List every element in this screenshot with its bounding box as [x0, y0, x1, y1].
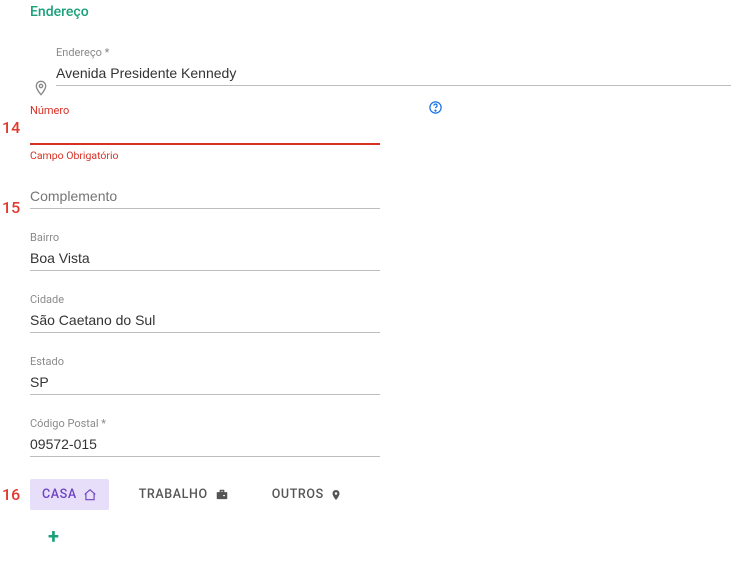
- postal-input[interactable]: [30, 432, 380, 457]
- numero-error-text: Campo Obrigatório: [30, 149, 380, 162]
- complemento-input[interactable]: [30, 184, 380, 209]
- step-marker-15: 15: [2, 198, 20, 217]
- step-marker-14: 14: [2, 118, 20, 137]
- bairro-input[interactable]: [30, 246, 380, 271]
- estado-input[interactable]: [30, 370, 380, 395]
- tag-trabalho[interactable]: TRABALHO: [127, 479, 242, 510]
- postal-label: Código Postal *: [30, 417, 380, 430]
- home-icon: [83, 488, 97, 502]
- numero-label: Número: [30, 104, 380, 117]
- pin-icon: [330, 488, 342, 502]
- section-title-endereco: Endereço: [30, 4, 731, 20]
- numero-input[interactable]: [30, 119, 380, 145]
- tag-outros-label: OUTROS: [272, 487, 324, 502]
- tag-trabalho-label: TRABALHO: [139, 487, 208, 502]
- cidade-input[interactable]: [30, 308, 380, 333]
- step-marker-16: 16: [2, 485, 20, 504]
- map-pin-icon: [30, 78, 52, 104]
- endereco-input[interactable]: [56, 61, 731, 86]
- endereco-label: Endereço *: [56, 46, 731, 59]
- tag-casa[interactable]: CASA: [30, 479, 109, 510]
- estado-label: Estado: [30, 355, 380, 368]
- tag-casa-label: CASA: [42, 487, 77, 502]
- add-address-button[interactable]: +: [48, 524, 59, 548]
- help-icon[interactable]: [428, 100, 443, 119]
- tag-outros[interactable]: OUTROS: [260, 479, 354, 510]
- cidade-label: Cidade: [30, 293, 380, 306]
- bairro-label: Bairro: [30, 231, 380, 244]
- briefcase-icon: [214, 488, 230, 502]
